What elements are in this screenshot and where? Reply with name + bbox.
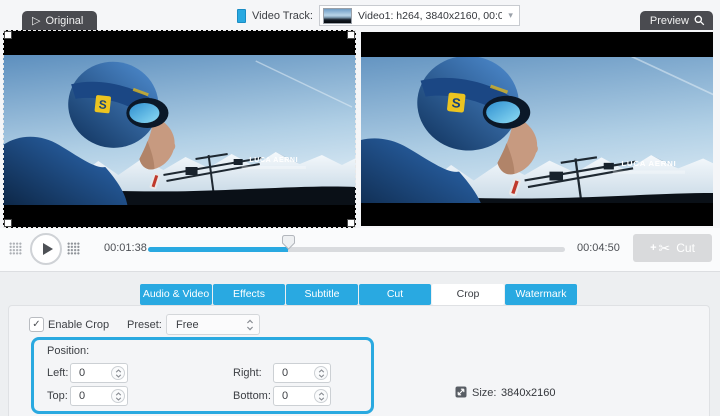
play-icon <box>43 243 53 255</box>
preset-label: Preset: <box>127 319 162 331</box>
bottom-field-label: Bottom: <box>233 390 271 402</box>
play-button[interactable] <box>30 233 62 265</box>
top-stepper-icon[interactable] <box>111 389 125 403</box>
resize-icon <box>455 385 467 403</box>
enable-crop-checkbox[interactable]: ✓ <box>29 317 44 332</box>
bottom-stepper-icon[interactable] <box>314 389 328 403</box>
cut-button[interactable]: + ✂ Cut <box>633 234 712 262</box>
preset-value: Free <box>176 319 199 331</box>
left-stepper-icon[interactable] <box>111 366 125 380</box>
position-label: Position: <box>47 345 89 357</box>
bottom-input[interactable] <box>273 386 331 406</box>
original-view-tab[interactable]: ▷ Original <box>22 11 97 30</box>
current-time: 00:01:38 <box>104 242 147 254</box>
original-video-content <box>3 55 356 205</box>
right-input[interactable] <box>273 363 331 383</box>
tab-crop[interactable]: Crop <box>432 284 504 305</box>
preview-video-frame <box>361 32 713 226</box>
preview-tab[interactable]: Preview <box>640 11 713 30</box>
check-icon: ✓ <box>32 319 40 330</box>
original-video-frame[interactable] <box>3 30 356 228</box>
crop-handle-top-left[interactable] <box>4 31 12 39</box>
preview-video-content <box>361 57 713 203</box>
enable-crop-label: Enable Crop <box>48 319 109 331</box>
tab-effects[interactable]: Effects <box>213 284 285 305</box>
video-track-value: Video1: h264, 3840x2160, 00:04:50 <box>358 10 502 22</box>
play-outline-icon: ▷ <box>32 14 40 27</box>
left-field-label: Left: <box>47 367 68 379</box>
tab-watermark[interactable]: Watermark <box>505 284 577 305</box>
tab-subtitle[interactable]: Subtitle <box>286 284 358 305</box>
top-field-label: Top: <box>47 390 68 402</box>
crop-handle-bottom-left[interactable] <box>4 219 12 227</box>
original-view-label: Original <box>45 15 83 27</box>
frame-step-forward-icon[interactable] <box>67 242 80 255</box>
seek-bar[interactable] <box>148 247 565 252</box>
video-thumbnail <box>323 8 352 24</box>
tool-tabs: Audio & Video Effects Subtitle Cut Crop … <box>140 284 577 305</box>
right-field-label: Right: <box>233 367 262 379</box>
seek-fill <box>148 247 288 252</box>
playhead-handle[interactable] <box>282 235 295 255</box>
scissors-icon: ✂ <box>659 241 671 255</box>
right-stepper-icon[interactable] <box>314 366 328 380</box>
crop-handle-bottom-right[interactable] <box>347 219 355 227</box>
video-track-dropdown[interactable]: Video1: h264, 3840x2160, 00:04:50 ▾ <box>319 5 520 26</box>
frame-step-back-icon[interactable] <box>9 242 22 255</box>
original-video-canvas <box>3 55 356 205</box>
preset-dropdown[interactable]: Free <box>166 314 260 335</box>
dropdown-arrow-icon[interactable]: ▾ <box>508 10 513 21</box>
plus-icon: + <box>650 242 656 254</box>
video-track-bar: Video Track: Video1: h264, 3840x2160, 00… <box>237 5 520 26</box>
tab-cut[interactable]: Cut <box>359 284 431 305</box>
total-time: 00:04:50 <box>577 242 620 254</box>
magnifier-icon <box>694 15 705 26</box>
size-label: Size: <box>472 387 496 399</box>
top-input[interactable] <box>70 386 128 406</box>
video-track-icon <box>237 9 246 23</box>
crop-handle-top-right[interactable] <box>347 31 355 39</box>
video-track-label: Video Track: <box>252 10 313 22</box>
video-editor-window: ▷ Original Video Track: Video1: h264, 38… <box>0 0 720 416</box>
size-value: 3840x2160 <box>501 387 555 399</box>
preview-video-canvas <box>361 57 713 203</box>
cut-button-label: Cut <box>676 241 695 255</box>
updown-stepper-icon <box>246 319 254 331</box>
preview-label: Preview <box>650 15 689 27</box>
left-input[interactable] <box>70 363 128 383</box>
tab-audio-video[interactable]: Audio & Video <box>140 284 212 305</box>
